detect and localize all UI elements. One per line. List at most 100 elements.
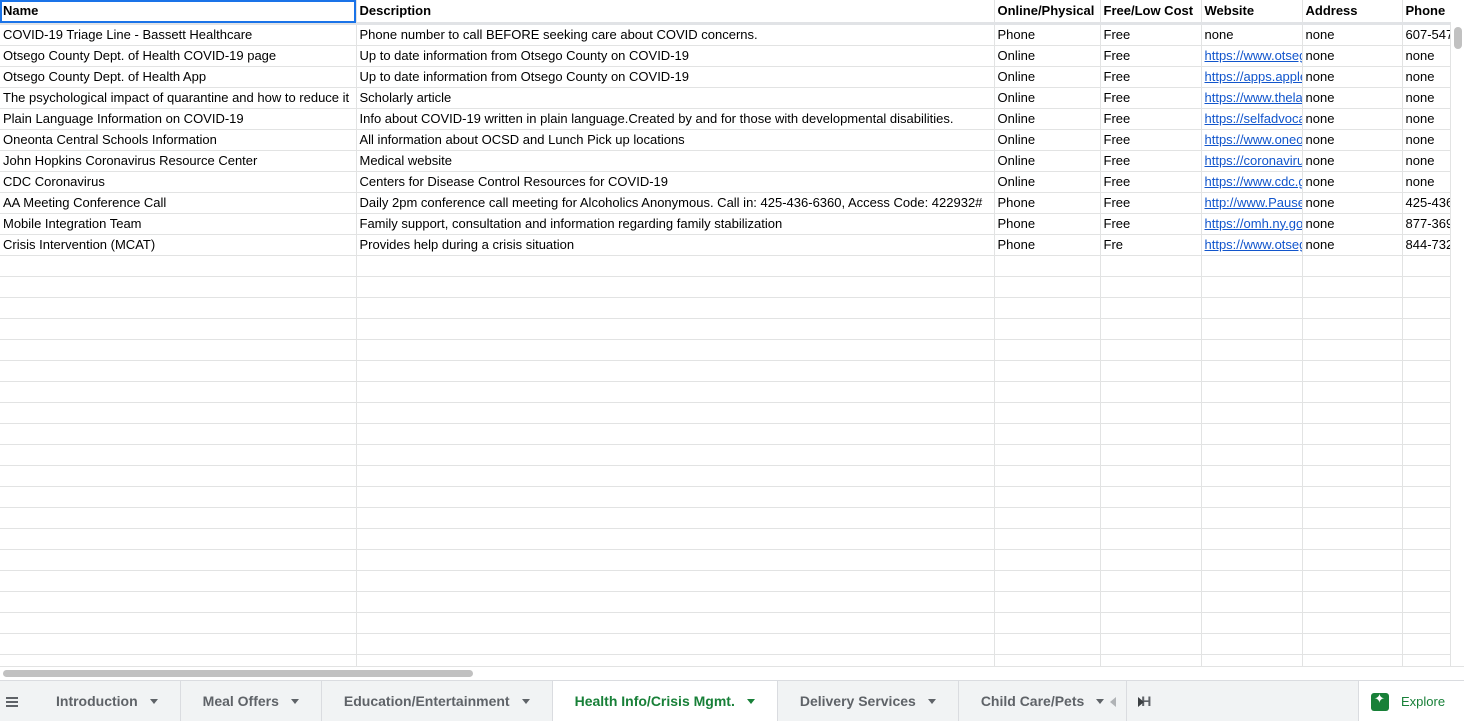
website-link[interactable]: https://coronavirus bbox=[1205, 153, 1302, 168]
table-cell[interactable] bbox=[1201, 360, 1303, 382]
table-cell[interactable] bbox=[356, 549, 995, 571]
vertical-scrollbar[interactable] bbox=[1450, 22, 1464, 666]
table-cell[interactable]: All information about OCSD and Lunch Pic… bbox=[356, 129, 995, 151]
website-link[interactable]: https://www.otsego bbox=[1205, 48, 1302, 63]
sheet-tab-education-entertainment[interactable]: Education/Entertainment bbox=[321, 681, 553, 721]
table-cell[interactable] bbox=[1302, 486, 1403, 508]
table-cell[interactable] bbox=[1100, 654, 1202, 666]
table-cell[interactable] bbox=[994, 444, 1101, 466]
table-cell[interactable] bbox=[994, 654, 1101, 666]
table-cell[interactable] bbox=[1302, 318, 1403, 340]
table-cell[interactable] bbox=[994, 255, 1101, 277]
chevron-down-icon[interactable] bbox=[927, 698, 936, 704]
table-cell[interactable] bbox=[356, 486, 995, 508]
table-cell[interactable] bbox=[1302, 381, 1403, 403]
website-link[interactable]: https://omh.ny.gov bbox=[1205, 216, 1302, 231]
table-cell[interactable] bbox=[0, 465, 357, 487]
table-cell[interactable] bbox=[1402, 339, 1450, 361]
table-cell[interactable] bbox=[1402, 591, 1450, 613]
table-cell[interactable] bbox=[0, 318, 357, 340]
table-cell[interactable] bbox=[0, 591, 357, 613]
table-cell[interactable] bbox=[356, 318, 995, 340]
table-cell[interactable]: 877-369 bbox=[1402, 213, 1450, 235]
table-cell[interactable]: Family support, consultation and informa… bbox=[356, 213, 995, 235]
table-cell[interactable]: 607-547 bbox=[1402, 23, 1450, 46]
table-cell[interactable]: none bbox=[1402, 87, 1450, 109]
table-cell[interactable] bbox=[1302, 549, 1403, 571]
table-cell[interactable] bbox=[356, 402, 995, 424]
table-cell[interactable] bbox=[1201, 507, 1303, 529]
table-cell[interactable]: none bbox=[1302, 45, 1403, 67]
table-cell[interactable] bbox=[356, 276, 995, 298]
table-cell[interactable] bbox=[0, 423, 357, 445]
table-cell[interactable] bbox=[0, 444, 357, 466]
table-cell[interactable]: https://selfadvocacy bbox=[1201, 108, 1303, 130]
table-cell[interactable] bbox=[1100, 402, 1202, 424]
website-link[interactable]: https://www.otsego bbox=[1205, 237, 1302, 252]
table-cell[interactable]: Mobile Integration Team bbox=[0, 213, 357, 235]
table-cell[interactable] bbox=[0, 339, 357, 361]
table-cell[interactable]: Provides help during a crisis situation bbox=[356, 234, 995, 256]
table-cell[interactable]: CDC Coronavirus bbox=[0, 171, 357, 193]
table-cell[interactable]: none bbox=[1402, 129, 1450, 151]
table-cell[interactable] bbox=[994, 465, 1101, 487]
table-cell[interactable]: Daily 2pm conference call meeting for Al… bbox=[356, 192, 995, 214]
table-cell[interactable] bbox=[1402, 402, 1450, 424]
table-cell[interactable] bbox=[1402, 570, 1450, 592]
table-cell[interactable] bbox=[1100, 549, 1202, 571]
table-cell[interactable]: https://omh.ny.gov bbox=[1201, 213, 1303, 235]
table-cell[interactable] bbox=[0, 633, 357, 655]
table-cell[interactable]: Free bbox=[1100, 192, 1202, 214]
website-link[interactable]: https://www.cdc.gov bbox=[1205, 174, 1302, 189]
table-cell[interactable] bbox=[994, 612, 1101, 634]
table-cell[interactable] bbox=[0, 360, 357, 382]
column-header-address[interactable]: Address bbox=[1302, 0, 1403, 25]
sheet-tab-introduction[interactable]: Introduction bbox=[34, 681, 181, 721]
table-cell[interactable] bbox=[1100, 318, 1202, 340]
table-cell[interactable] bbox=[1100, 591, 1202, 613]
table-cell[interactable] bbox=[994, 318, 1101, 340]
table-cell[interactable] bbox=[1302, 465, 1403, 487]
table-cell[interactable]: Crisis Intervention (MCAT) bbox=[0, 234, 357, 256]
table-cell[interactable]: https://www.oneonta bbox=[1201, 129, 1303, 151]
table-cell[interactable] bbox=[1201, 255, 1303, 277]
sheet-tab-health-info-crisis-mgmt[interactable]: Health Info/Crisis Mgmt. bbox=[552, 681, 778, 721]
table-cell[interactable] bbox=[1100, 339, 1202, 361]
sheet-tab-meal-offers[interactable]: Meal Offers bbox=[180, 681, 322, 721]
table-cell[interactable]: none bbox=[1402, 108, 1450, 130]
table-cell[interactable] bbox=[994, 402, 1101, 424]
table-cell[interactable] bbox=[0, 549, 357, 571]
table-cell[interactable] bbox=[994, 549, 1101, 571]
table-cell[interactable] bbox=[994, 507, 1101, 529]
table-cell[interactable] bbox=[1402, 444, 1450, 466]
table-cell[interactable] bbox=[1402, 528, 1450, 550]
table-cell[interactable] bbox=[1201, 276, 1303, 298]
table-cell[interactable]: none bbox=[1302, 129, 1403, 151]
table-cell[interactable] bbox=[1402, 654, 1450, 666]
table-cell[interactable] bbox=[356, 255, 995, 277]
table-cell[interactable] bbox=[1201, 297, 1303, 319]
table-cell[interactable]: Medical website bbox=[356, 150, 995, 172]
table-cell[interactable] bbox=[1201, 339, 1303, 361]
table-cell[interactable]: Up to date information from Otsego Count… bbox=[356, 66, 995, 88]
table-cell[interactable] bbox=[1201, 528, 1303, 550]
table-cell[interactable]: none bbox=[1402, 171, 1450, 193]
table-cell[interactable]: none bbox=[1201, 23, 1303, 46]
scroll-tabs-left-icon[interactable] bbox=[1110, 696, 1116, 707]
table-cell[interactable]: AA Meeting Conference Call bbox=[0, 192, 357, 214]
table-cell[interactable] bbox=[1100, 486, 1202, 508]
table-cell[interactable]: http://www.Pause bbox=[1201, 192, 1303, 214]
table-cell[interactable] bbox=[1302, 591, 1403, 613]
vertical-scroll-thumb[interactable] bbox=[1454, 27, 1462, 49]
table-cell[interactable]: none bbox=[1302, 234, 1403, 256]
table-cell[interactable] bbox=[1302, 339, 1403, 361]
table-cell[interactable]: Fre bbox=[1100, 234, 1202, 256]
table-cell[interactable] bbox=[1402, 318, 1450, 340]
table-cell[interactable] bbox=[1201, 612, 1303, 634]
table-cell[interactable]: none bbox=[1302, 108, 1403, 130]
table-cell[interactable] bbox=[0, 276, 357, 298]
column-header-phone[interactable]: Phone bbox=[1402, 0, 1450, 25]
table-cell[interactable]: none bbox=[1302, 87, 1403, 109]
table-cell[interactable]: Phone bbox=[994, 234, 1101, 256]
table-cell[interactable] bbox=[1201, 444, 1303, 466]
